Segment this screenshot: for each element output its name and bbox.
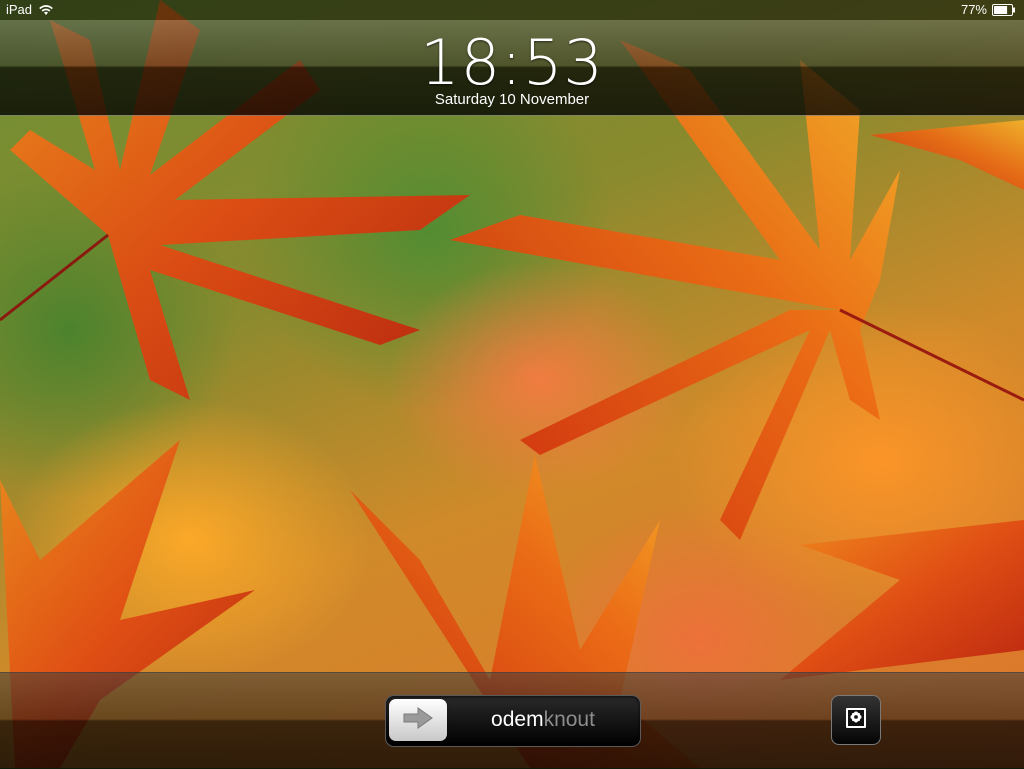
device-name: iPad: [6, 2, 33, 17]
maple-leaf: [780, 520, 1024, 680]
arrow-right-icon: [402, 706, 434, 734]
status-bar: iPad 77%: [0, 0, 1024, 20]
battery-icon: [992, 4, 1016, 16]
clock-bar: 18:53 Saturday 10 November: [0, 20, 1024, 116]
photo-frame-button[interactable]: [831, 695, 881, 745]
unlock-slider[interactable]: odemknout: [385, 695, 641, 747]
lock-screen-date: Saturday 10 November: [434, 91, 590, 108]
lock-screen-time: 18:53: [420, 26, 604, 99]
maple-leaf: [870, 120, 1024, 190]
unlock-slider-label: odemknout: [450, 696, 636, 746]
bottom-bar: odemknout: [0, 672, 1024, 769]
unlock-slider-label-highlight: odem: [491, 708, 544, 731]
wifi-icon: [38, 4, 54, 16]
unlock-slider-label-rest: knout: [543, 708, 595, 731]
battery-percentage: 77%: [960, 2, 987, 17]
unlock-slider-knob[interactable]: [389, 699, 447, 741]
photo-frame-flower-icon: [844, 706, 868, 735]
